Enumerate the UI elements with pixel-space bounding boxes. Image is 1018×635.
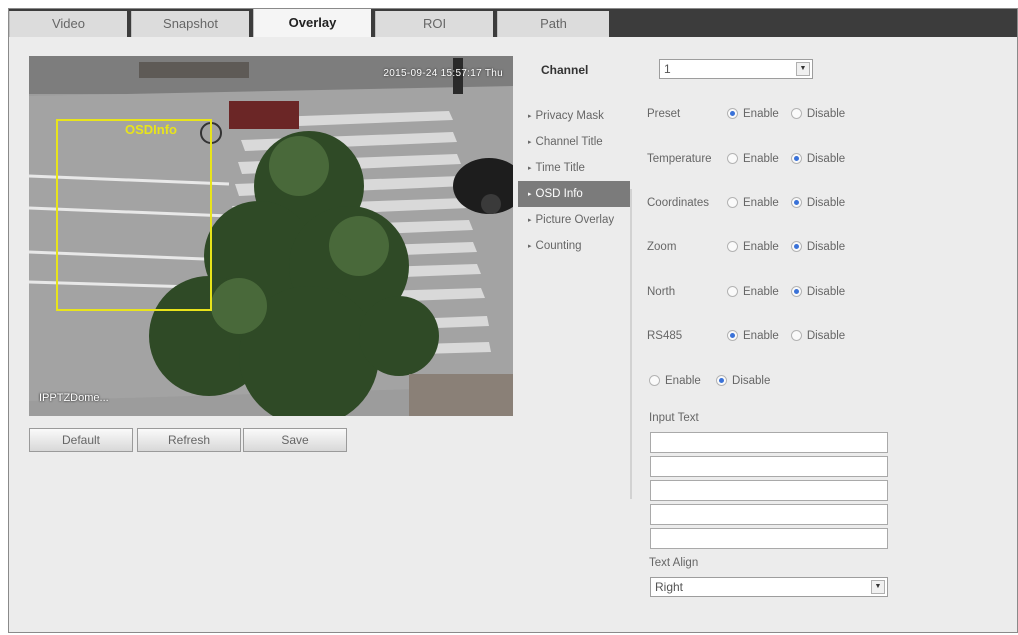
enable-disable-group: Enable Disable (727, 328, 857, 344)
enable-radio[interactable] (727, 153, 738, 164)
text-line-5-input[interactable] (650, 528, 888, 549)
disable-radio[interactable] (790, 153, 802, 164)
disable-label: Disable (732, 375, 771, 387)
disable-label: Disable (806, 153, 846, 165)
live-preview: 2015-09-24 15:57:17 Thu OSDInfo IPPTZDom… (29, 56, 513, 416)
disable-radio[interactable] (790, 241, 802, 252)
enable-label: Enable (665, 375, 701, 387)
enable-radio[interactable] (727, 108, 738, 119)
setting-name: Temperature (647, 153, 712, 165)
enable-disable-group: Enable Disable (727, 239, 857, 255)
enable-disable-group: Enable Disable (727, 195, 857, 211)
chevron-down-icon[interactable]: ▼ (796, 62, 810, 76)
enable-disable-group: Enable Disable (727, 151, 857, 167)
bullet-icon: ▸ (528, 243, 532, 250)
setting-name: RS485 (647, 330, 683, 342)
save-button[interactable]: Save (243, 428, 347, 452)
bullet-icon: ▸ (528, 165, 532, 172)
tab-video[interactable]: Video (9, 11, 127, 37)
bullet-icon: ▸ (528, 217, 532, 224)
tab-bar: Video Snapshot Overlay ROI Path (9, 9, 1017, 37)
text-align-select[interactable]: Right ▼ (650, 577, 888, 597)
bullet-icon: ▸ (528, 139, 532, 146)
enable-label: Enable (743, 330, 779, 342)
disable-label: Disable (806, 241, 846, 253)
setting-name: North (647, 286, 676, 298)
enable-disable-group: Enable Disable (727, 284, 857, 300)
input-text-label: Input Text (649, 412, 699, 424)
refresh-button[interactable]: Refresh (137, 428, 241, 452)
tab-overlay[interactable]: Overlay (253, 9, 371, 37)
menu-divider (630, 189, 632, 499)
enable-label: Enable (743, 108, 779, 120)
enable-label: Enable (743, 241, 779, 253)
channel-select[interactable]: 1 ▼ (659, 59, 813, 79)
text-align-label: Text Align (649, 557, 699, 569)
osd-info-box[interactable] (56, 119, 212, 311)
osd-info-label: OSDInfo (125, 122, 177, 137)
setting-name: Preset (647, 108, 681, 120)
bullet-icon: ▸ (528, 113, 532, 120)
disable-radio[interactable] (790, 197, 802, 208)
enable-radio[interactable] (727, 286, 738, 297)
enable-radio[interactable] (727, 330, 738, 341)
text-line-3-input[interactable] (650, 480, 888, 501)
overlay-settings-panel: Video Snapshot Overlay ROI Path 2015-09-… (8, 8, 1018, 633)
enable-label: Enable (743, 197, 779, 209)
disable-label: Disable (806, 108, 846, 120)
channel-label: Channel (541, 63, 589, 77)
setting-name: Zoom (647, 241, 677, 253)
text-line-2-input[interactable] (650, 456, 888, 477)
model-overlay: IPPTZDome... (39, 392, 109, 404)
submenu-item-osd-info[interactable]: ▸ OSD Info (518, 181, 630, 207)
submenu-item-privacy-mask[interactable]: ▸ Privacy Mask (518, 103, 630, 129)
enable-disable-group: Enable Disable (727, 106, 857, 122)
text-align-value: Right (655, 580, 684, 594)
timestamp-overlay: 2015-09-24 15:57:17 Thu (383, 68, 503, 79)
disable-radio[interactable] (790, 330, 802, 341)
enable-label: Enable (743, 153, 779, 165)
chevron-down-icon[interactable]: ▼ (871, 580, 885, 594)
text-overlay-enable-radio[interactable] (649, 375, 660, 386)
submenu-item-channel-title[interactable]: ▸ Channel Title (518, 129, 630, 155)
disable-label: Disable (806, 197, 846, 209)
channel-value: 1 (664, 62, 671, 76)
enable-radio[interactable] (727, 197, 738, 208)
enable-radio[interactable] (727, 241, 738, 252)
submenu-item-time-title[interactable]: ▸ Time Title (518, 155, 630, 181)
disable-label: Disable (806, 330, 846, 342)
tab-roi[interactable]: ROI (375, 11, 493, 37)
disable-radio[interactable] (790, 108, 802, 119)
bullet-icon: ▸ (528, 191, 532, 198)
submenu-item-counting[interactable]: ▸ Counting (518, 233, 630, 259)
tab-snapshot[interactable]: Snapshot (131, 11, 249, 37)
text-overlay-disable-radio[interactable] (716, 375, 728, 386)
text-line-4-input[interactable] (650, 504, 888, 525)
disable-radio[interactable] (790, 286, 802, 297)
disable-label: Disable (806, 286, 846, 298)
overlay-submenu: ▸ Privacy Mask ▸ Channel Title ▸ Time Title… (518, 103, 630, 259)
tab-path[interactable]: Path (497, 11, 609, 37)
text-line-1-input[interactable] (650, 432, 888, 453)
submenu-item-picture-overlay[interactable]: ▸ Picture Overlay (518, 207, 630, 233)
setting-name: Coordinates (647, 197, 710, 209)
enable-label: Enable (743, 286, 779, 298)
default-button[interactable]: Default (29, 428, 133, 452)
